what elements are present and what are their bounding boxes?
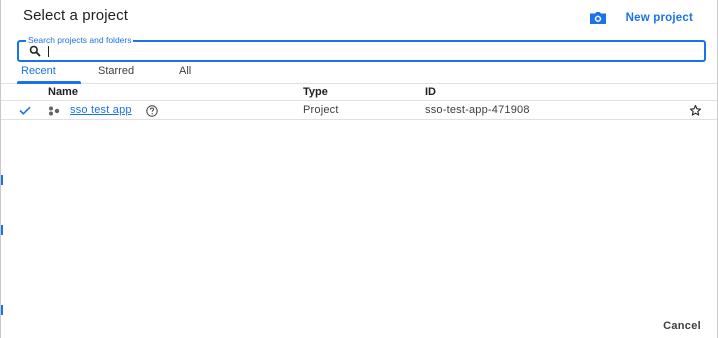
star-outline-icon[interactable] xyxy=(689,104,702,117)
text-cursor xyxy=(48,46,49,57)
column-header-type: Type xyxy=(303,86,328,98)
background-edge-mark xyxy=(1,305,3,315)
dialog-title: Select a project xyxy=(23,7,128,24)
active-tab-indicator xyxy=(17,81,81,84)
project-type: Project xyxy=(303,104,339,116)
projects-table: Name Type ID sso test app Project sso-te… xyxy=(1,85,717,120)
cancel-button[interactable]: Cancel xyxy=(663,320,701,332)
dialog-header: Select a project New project xyxy=(23,7,697,29)
select-project-dialog: Select a project New project Search proj… xyxy=(0,0,718,338)
tab-all[interactable]: All xyxy=(179,65,191,84)
background-edge-mark xyxy=(1,175,3,185)
project-id: sso-test-app-471908 xyxy=(425,104,530,116)
tab-starred[interactable]: Starred xyxy=(98,65,134,84)
new-project-button[interactable]: New project xyxy=(589,7,693,29)
search-field[interactable]: Search projects and folders xyxy=(17,34,706,62)
background-edge-mark xyxy=(1,225,3,235)
search-icon xyxy=(29,45,41,57)
new-project-label: New project xyxy=(625,12,693,24)
table-header: Name Type ID xyxy=(1,85,717,101)
table-row[interactable]: sso test app Project sso-test-app-471908 xyxy=(1,101,717,120)
check-icon xyxy=(19,106,31,115)
column-header-id: ID xyxy=(425,86,436,98)
project-name-link[interactable]: sso test app xyxy=(70,104,132,116)
project-tabs: Recent Starred All xyxy=(1,65,717,84)
help-icon[interactable] xyxy=(146,105,158,117)
add-project-icon xyxy=(589,12,606,24)
project-icon xyxy=(49,106,60,116)
column-header-name: Name xyxy=(48,86,78,98)
search-input[interactable] xyxy=(47,43,687,59)
